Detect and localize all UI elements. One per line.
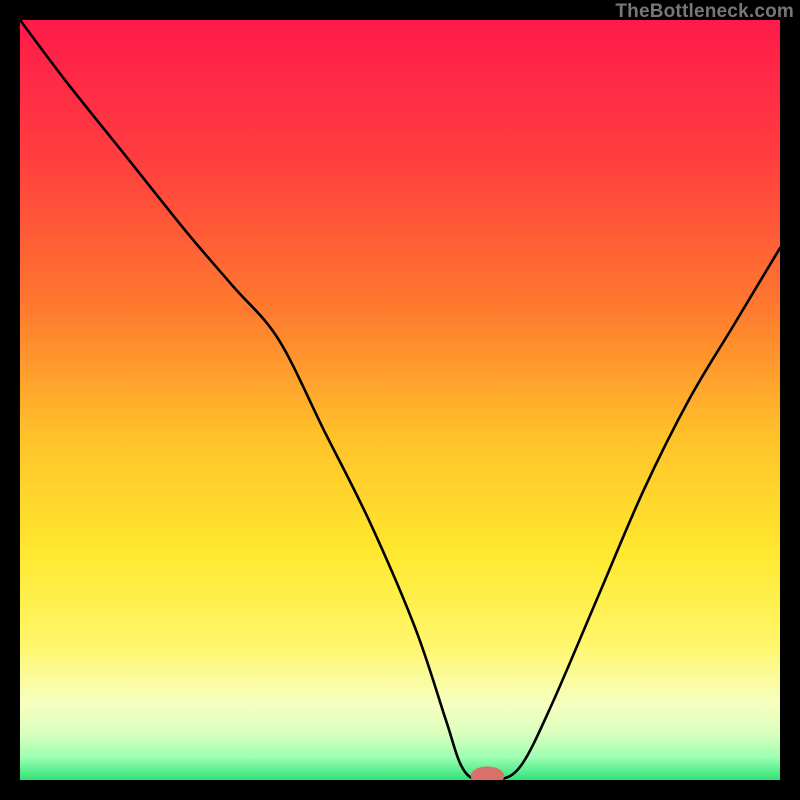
- gradient-background: [20, 20, 780, 780]
- chart-container: TheBottleneck.com: [0, 0, 800, 800]
- chart-svg: [20, 20, 780, 780]
- plot-area: [20, 20, 780, 780]
